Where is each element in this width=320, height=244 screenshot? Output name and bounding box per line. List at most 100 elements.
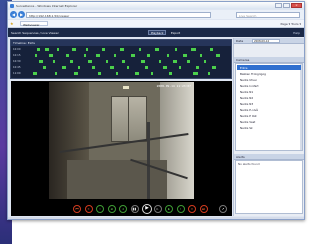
playback-button[interactable]: Playback (148, 30, 167, 35)
timeline-event-segment[interactable] (35, 54, 38, 57)
timeline-event-segment[interactable] (91, 66, 96, 69)
timeline-event-segment[interactable] (49, 54, 54, 57)
timeline-event-segment[interactable] (215, 54, 220, 57)
step-forward-button[interactable]: ▹ (153, 205, 162, 213)
timeline-row[interactable]: 10:45 (11, 65, 231, 70)
timeline-row[interactable]: 11:00 (11, 71, 231, 76)
camera-list-item[interactable]: Nedre Innfart (237, 83, 301, 88)
timeline-event-segment[interactable] (175, 48, 178, 51)
timeline-event-segment[interactable] (134, 72, 139, 75)
timeline-event-segment[interactable] (199, 54, 202, 57)
timeline-event-segment[interactable] (102, 48, 106, 51)
camera-list-item[interactable]: Nedre Utvei (237, 77, 301, 82)
timeline-row[interactable]: 10:15 (11, 53, 231, 58)
tab-webviewer[interactable]: Webviewer (20, 21, 48, 27)
camera-list-item[interactable]: Nedre N3 (237, 101, 301, 106)
timeline-event-segment[interactable] (39, 60, 44, 63)
timeline-event-segment[interactable] (183, 54, 188, 57)
timeline-event-segment[interactable] (37, 48, 41, 51)
timeline-event-segment[interactable] (203, 60, 206, 63)
timeline-event-segment[interactable] (126, 66, 129, 69)
timeline-event-segment[interactable] (87, 60, 92, 63)
favorites-star-icon[interactable]: ★ (10, 21, 14, 26)
prev-frame-button[interactable]: ◂ (107, 205, 116, 213)
timeline-event-segment[interactable] (144, 66, 148, 69)
timeline-event-segment[interactable] (110, 66, 115, 69)
camera-list-item[interactable]: Nedre P-nivå (237, 107, 301, 112)
camera-list-item[interactable]: Nedre Vest (237, 119, 301, 124)
timeline-event-segment[interactable] (69, 60, 73, 63)
timeline-event-segment[interactable] (163, 66, 168, 69)
timeline-event-segment[interactable] (83, 54, 86, 57)
camera-list-item[interactable]: Bakken Frokgrigog (237, 71, 301, 76)
timeline-event-segment[interactable] (167, 54, 170, 57)
timeline-event-segment[interactable] (53, 60, 56, 63)
forward-arrow-icon[interactable]: ▶ (18, 11, 25, 18)
search-input[interactable]: Live Search (236, 11, 300, 18)
maximize-button[interactable] (283, 3, 290, 8)
timeline-event-segment[interactable] (187, 60, 191, 63)
timeline-event-segment[interactable] (195, 66, 199, 69)
timeline-event-segment[interactable] (173, 60, 178, 63)
timeline-event-segment[interactable] (150, 72, 153, 75)
video-frame[interactable]: 2008-09-14 11:23:07 (49, 82, 194, 199)
timeline-event-segment[interactable] (209, 48, 213, 51)
timeline-row[interactable]: 10:30 (11, 59, 231, 64)
next-frame-button[interactable]: ▸ (165, 205, 173, 213)
camera-list-item[interactable]: Nedre P Ost (237, 113, 301, 118)
timeline-event-segment[interactable] (61, 66, 66, 69)
pause-button[interactable]: ▮▮ (130, 205, 139, 213)
timeline-event-segment[interactable] (140, 60, 145, 63)
minimize-button[interactable] (275, 3, 282, 8)
url-input[interactable]: http://192.168.1.50/viewer (26, 11, 211, 18)
forward-fast-button[interactable]: » (188, 205, 196, 213)
timeline-event-segment[interactable] (43, 66, 47, 69)
timeline-event-segment[interactable] (179, 66, 182, 69)
camera-list-item[interactable]: Entre (237, 65, 301, 70)
timeline-event-segment[interactable] (154, 48, 159, 51)
camera-list-item[interactable]: Nedre Sk (237, 125, 301, 130)
timeline-event-segment[interactable] (77, 66, 80, 69)
rewind-button[interactable]: ‹ (96, 205, 104, 213)
timeline-event-segment[interactable] (191, 48, 196, 51)
forward-button[interactable]: › (176, 205, 185, 213)
step-back-button[interactable]: ◃ (119, 205, 127, 213)
export-button[interactable]: Export (168, 30, 183, 35)
timeline-event-segment[interactable] (98, 72, 102, 75)
skip-end-button[interactable]: ⏭ (199, 205, 208, 213)
help-link[interactable]: Help (293, 31, 300, 35)
rewind-fast-button[interactable]: « (84, 205, 93, 213)
timeline-event-segment[interactable] (96, 54, 101, 57)
timeline-event-segment[interactable] (138, 48, 141, 51)
play-button[interactable]: ▶ (142, 204, 152, 214)
timeline-event-segment[interactable] (71, 48, 76, 51)
timeline-event-segment[interactable] (106, 60, 109, 63)
snapshot-button[interactable]: ↗ (219, 205, 227, 213)
timeline-event-segment[interactable] (73, 72, 78, 75)
timeline-event-segment[interactable] (120, 48, 125, 51)
tools-menu[interactable]: Page ▾ Tools ▾ (280, 22, 301, 26)
camera-list-item[interactable]: Nedre N2 (237, 95, 301, 100)
close-button[interactable]: × (291, 3, 302, 8)
timeline-event-segment[interactable] (193, 72, 198, 75)
timeline-event-segment[interactable] (45, 48, 50, 51)
timeline-event-segment[interactable] (33, 72, 38, 75)
timeline-row[interactable]: 10:00 (11, 47, 231, 52)
timeline-event-segment[interactable] (122, 60, 126, 63)
timeline-event-segment[interactable] (158, 60, 161, 63)
date-field[interactable]: 2008-09-14 (252, 38, 280, 43)
timeline-event-segment[interactable] (85, 48, 88, 51)
timeline-event-segment[interactable] (207, 72, 210, 75)
breadcrumb[interactable]: Search Sequences / Live Viewer (11, 31, 59, 35)
timeline-event-segment[interactable] (65, 54, 69, 57)
timeline-event-segment[interactable] (114, 54, 117, 57)
timeline-panel[interactable]: Timeline: Exits 10:00 10:15 10:30 10:45 11:0… (10, 39, 232, 79)
camera-list-item[interactable]: Nedre N1 (237, 89, 301, 94)
back-arrow-icon[interactable]: ◀ (10, 11, 17, 18)
timeline-event-segment[interactable] (146, 54, 150, 57)
timeline-event-segment[interactable] (55, 72, 58, 75)
timeline-event-segment[interactable] (169, 72, 173, 75)
timeline-event-segment[interactable] (116, 72, 119, 75)
timeline-event-segment[interactable] (211, 66, 216, 69)
timeline-event-segment[interactable] (130, 54, 135, 57)
